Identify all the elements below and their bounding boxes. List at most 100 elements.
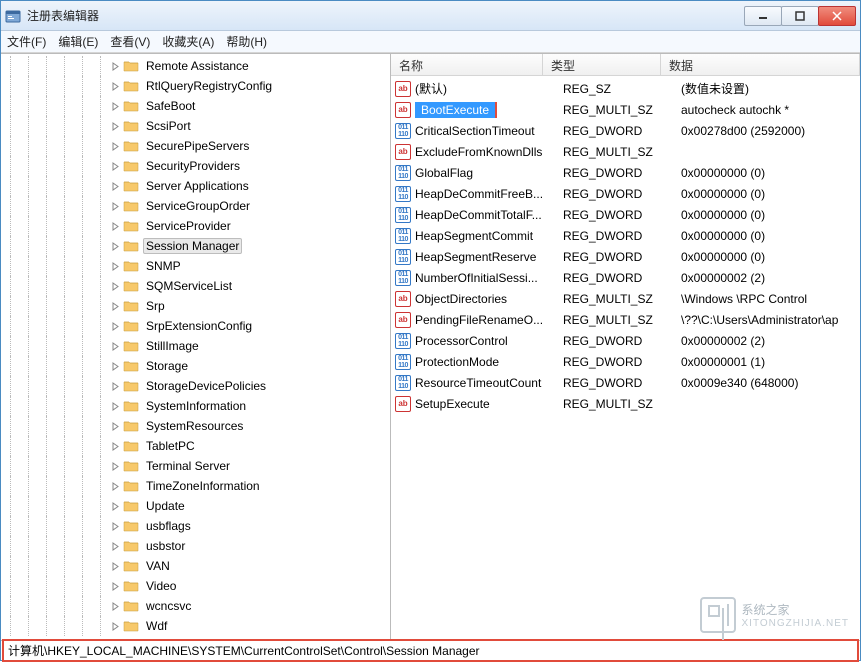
titlebar[interactable]: 注册表编辑器 [1,1,860,31]
tree-item[interactable]: TabletPC [1,436,390,456]
expander-icon[interactable] [109,380,121,392]
expander-icon[interactable] [109,260,121,272]
list-row[interactable]: abExcludeFromKnownDllsREG_MULTI_SZ [391,141,860,162]
expander-icon[interactable] [109,60,121,72]
tree-item[interactable]: SystemResources [1,416,390,436]
tree-item[interactable]: Storage [1,356,390,376]
tree-item[interactable]: wcncsvc [1,596,390,616]
string-value-icon: ab [395,102,411,118]
expander-icon[interactable] [109,400,121,412]
tree-item[interactable]: SrpExtensionConfig [1,316,390,336]
list-row[interactable]: abPendingFileRenameO...REG_MULTI_SZ\??\C… [391,309,860,330]
tree-item[interactable]: usbstor [1,536,390,556]
registry-editor-window: 注册表编辑器 文件(F) 编辑(E) 查看(V) 收藏夹(A) 帮助(H) Re… [0,0,861,661]
list-row[interactable]: 011110HeapSegmentCommitREG_DWORD0x000000… [391,225,860,246]
menu-edit[interactable]: 编辑(E) [58,33,98,50]
expander-icon[interactable] [109,480,121,492]
expander-icon[interactable] [109,100,121,112]
list-row[interactable]: 011110ProtectionModeREG_DWORD0x00000001 … [391,351,860,372]
expander-icon[interactable] [109,500,121,512]
header-type[interactable]: 类型 [543,54,661,75]
expander-icon[interactable] [109,520,121,532]
expander-icon[interactable] [109,300,121,312]
tree-item[interactable]: ScsiPort [1,116,390,136]
expander-icon[interactable] [109,460,121,472]
expander-icon[interactable] [109,140,121,152]
tree-item[interactable]: ServiceProvider [1,216,390,236]
value-name: PendingFileRenameO... [415,313,563,327]
expander-icon[interactable] [109,220,121,232]
expander-icon[interactable] [109,200,121,212]
menu-favorites[interactable]: 收藏夹(A) [162,33,214,50]
list-row[interactable]: ab(默认)REG_SZ(数值未设置) [391,78,860,99]
tree-label: Session Manager [143,238,242,254]
expander-icon[interactable] [109,440,121,452]
tree-item[interactable]: Session Manager [1,236,390,256]
list-row[interactable]: 011110CriticalSectionTimeoutREG_DWORD0x0… [391,120,860,141]
close-button[interactable] [818,6,856,26]
list-row[interactable]: 011110HeapDeCommitTotalF...REG_DWORD0x00… [391,204,860,225]
folder-icon [123,58,139,74]
header-data[interactable]: 数据 [661,54,860,75]
tree-item[interactable]: VAN [1,556,390,576]
tree-label: Video [143,578,179,594]
tree-item[interactable]: RtlQueryRegistryConfig [1,76,390,96]
tree-item[interactable]: Video [1,576,390,596]
tree-item[interactable]: Update [1,496,390,516]
tree-item[interactable]: TimeZoneInformation [1,476,390,496]
tree-item[interactable]: Terminal Server [1,456,390,476]
tree-item[interactable]: Wdf [1,616,390,636]
list-row[interactable]: 011110HeapSegmentReserveREG_DWORD0x00000… [391,246,860,267]
expander-icon[interactable] [109,340,121,352]
expander-icon[interactable] [109,120,121,132]
expander-icon[interactable] [109,620,121,632]
list-row[interactable]: 011110HeapDeCommitFreeB...REG_DWORD0x000… [391,183,860,204]
expander-icon[interactable] [109,80,121,92]
list-row[interactable]: 011110ProcessorControlREG_DWORD0x0000000… [391,330,860,351]
expander-icon[interactable] [109,540,121,552]
expander-icon[interactable] [109,600,121,612]
folder-icon [123,398,139,414]
minimize-button[interactable] [744,6,782,26]
list-row[interactable]: 011110GlobalFlagREG_DWORD0x00000000 (0) [391,162,860,183]
list-row[interactable]: abBootExecuteREG_MULTI_SZautocheck autoc… [391,99,860,120]
window-controls [745,6,856,26]
tree-item[interactable]: SecurePipeServers [1,136,390,156]
tree-item[interactable]: Remote Assistance [1,56,390,76]
list-row[interactable]: 011110ResourceTimeoutCountREG_DWORD0x000… [391,372,860,393]
expander-icon[interactable] [109,580,121,592]
tree-item[interactable]: Server Applications [1,176,390,196]
expander-icon[interactable] [109,420,121,432]
folder-icon [123,458,139,474]
menu-view[interactable]: 查看(V) [110,33,150,50]
tree-item[interactable]: SQMServiceList [1,276,390,296]
value-type: REG_DWORD [563,271,681,285]
string-value-icon: ab [395,81,411,97]
tree-item[interactable]: ServiceGroupOrder [1,196,390,216]
tree-item[interactable]: StorageDevicePolicies [1,376,390,396]
expander-icon[interactable] [109,240,121,252]
maximize-button[interactable] [781,6,819,26]
list-row[interactable]: 011110NumberOfInitialSessi...REG_DWORD0x… [391,267,860,288]
expander-icon[interactable] [109,280,121,292]
list-row[interactable]: abObjectDirectoriesREG_MULTI_SZ\Windows … [391,288,860,309]
folder-icon [123,578,139,594]
tree-item[interactable]: StillImage [1,336,390,356]
expander-icon[interactable] [109,160,121,172]
expander-icon[interactable] [109,180,121,192]
expander-icon[interactable] [109,560,121,572]
tree-item[interactable]: SNMP [1,256,390,276]
list-row[interactable]: abSetupExecuteREG_MULTI_SZ [391,393,860,414]
list-pane[interactable]: 名称 类型 数据 ab(默认)REG_SZ(数值未设置)abBootExecut… [391,54,860,640]
tree-item[interactable]: Srp [1,296,390,316]
tree-item[interactable]: SecurityProviders [1,156,390,176]
tree-pane[interactable]: Remote AssistanceRtlQueryRegistryConfigS… [1,54,391,640]
menu-file[interactable]: 文件(F) [7,33,46,50]
expander-icon[interactable] [109,360,121,372]
expander-icon[interactable] [109,320,121,332]
tree-item[interactable]: usbflags [1,516,390,536]
tree-item[interactable]: SystemInformation [1,396,390,416]
header-name[interactable]: 名称 [391,54,543,75]
menu-help[interactable]: 帮助(H) [226,33,267,50]
tree-item[interactable]: SafeBoot [1,96,390,116]
